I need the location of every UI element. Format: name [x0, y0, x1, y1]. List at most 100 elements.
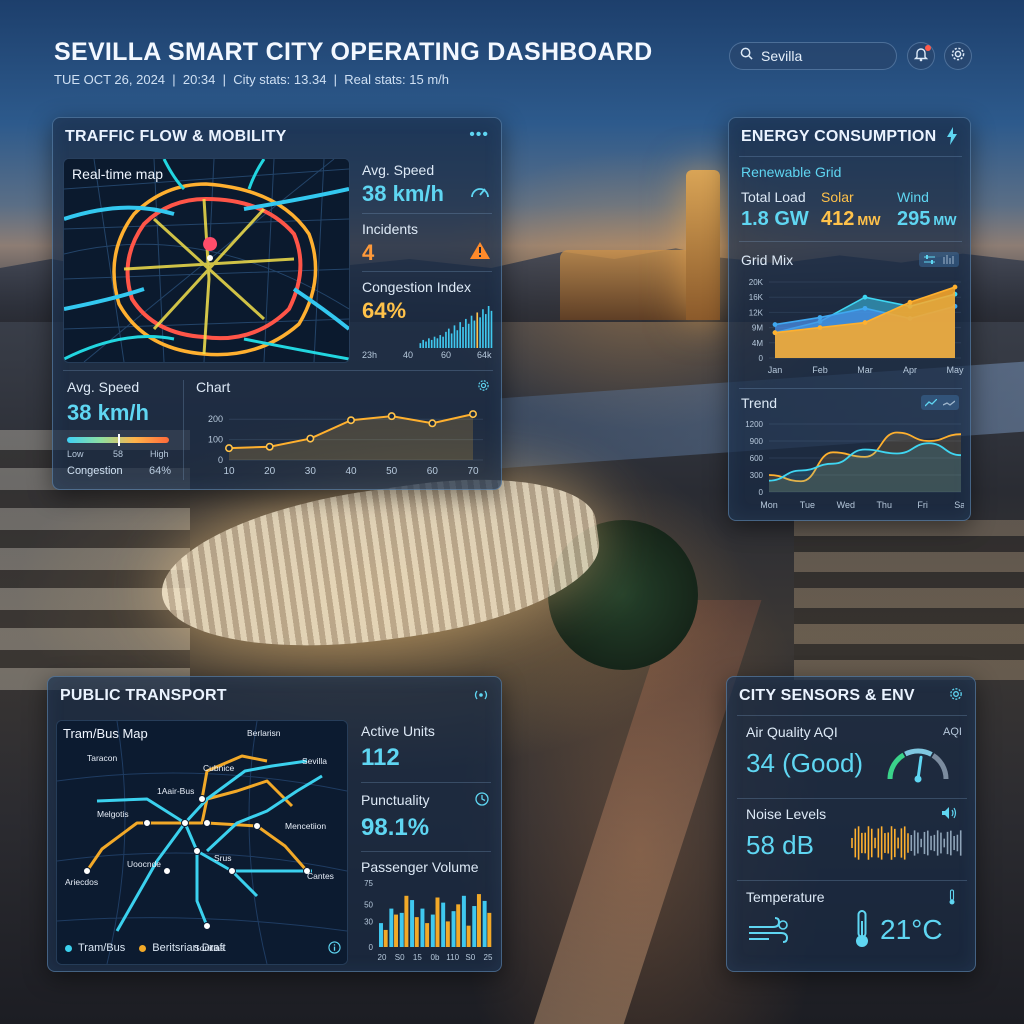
transit-legend: Tram/Bus Beritsrian Draft: [65, 942, 226, 954]
solar-label: Solar: [821, 189, 854, 205]
passenger-bar: [456, 904, 461, 947]
passenger-bar: [482, 900, 487, 947]
renewable-grid-label: Renewable Grid: [741, 164, 842, 180]
x-tick-label: Apr: [903, 365, 917, 375]
total-load-label: Total Load: [741, 189, 806, 205]
passenger-volume-label: Passenger Volume: [361, 859, 479, 875]
trend-icon[interactable]: [942, 394, 956, 412]
congestion-bar: [459, 322, 461, 348]
data-point: [468, 410, 477, 419]
noise-waveform: [851, 826, 962, 860]
speedometer-icon: [469, 182, 491, 205]
trend-view-toggle[interactable]: [921, 395, 959, 410]
bars-icon[interactable]: [943, 251, 954, 269]
page-title: SEVILLA SMART CITY OPERATING DASHBOARD: [54, 38, 653, 66]
data-point: [907, 299, 913, 305]
congestion-tick: 23h: [362, 350, 378, 360]
y-tick-label: 50: [364, 900, 373, 909]
legend-tram-label: Tram/Bus: [78, 942, 126, 954]
more-options-icon[interactable]: •••: [469, 126, 489, 144]
passenger-bar: [404, 895, 409, 947]
map-label: Real-time map: [72, 166, 164, 182]
bottom-speed-label: Avg. Speed: [67, 379, 140, 395]
congestion-bar: [447, 328, 450, 348]
info-icon[interactable]: [328, 941, 341, 959]
station-label: Srus: [214, 853, 231, 863]
grid-mix-view-toggle[interactable]: [919, 252, 959, 267]
passenger-bar: [445, 921, 450, 947]
passenger-bar: [389, 908, 394, 947]
congestion-gauge-bar: [67, 434, 169, 446]
x-tick-label: 0b: [431, 953, 440, 962]
page-subtitle: TUE OCT 26, 2024 | 20:34 | City stats: 1…: [54, 72, 450, 87]
incidents-label: Incidents: [362, 221, 419, 237]
congestion-bar: [482, 309, 484, 348]
traffic-map-graphic: [64, 159, 349, 362]
gear-icon[interactable]: [949, 687, 963, 706]
aqi-value: 34 (Good): [746, 748, 864, 778]
x-tick-label: Wed: [837, 500, 855, 510]
passenger-bar: [425, 923, 430, 947]
y-tick-label: 900: [750, 437, 764, 446]
wind-label: Wind: [897, 189, 929, 205]
x-tick-label: 70: [467, 466, 479, 477]
congestion-small-value: 64%: [149, 465, 172, 477]
station-label: Ariecdos: [65, 877, 98, 887]
search-input[interactable]: [759, 47, 883, 65]
congestion-bar: [450, 333, 453, 348]
chart-settings-icon[interactable]: [477, 379, 490, 397]
congestion-bar: [490, 310, 493, 348]
traffic-map[interactable]: Real-time map: [63, 158, 350, 363]
y-tick-label: 9M: [752, 324, 763, 333]
passenger-bar: [414, 917, 419, 947]
passenger-bar: [420, 908, 425, 947]
x-tick-label: Fri: [917, 500, 928, 510]
transit-map[interactable]: Taracon Berlarisn Cubnice Sevilla 1Aair-Bus M…: [56, 720, 348, 965]
passenger-bar: [461, 895, 466, 947]
passenger-bar: [410, 900, 415, 947]
congestion-bar: [476, 312, 479, 348]
data-point: [265, 442, 274, 451]
congestion-label: Congestion Index: [362, 279, 471, 295]
gauge-arc: [904, 748, 933, 757]
aqi-label: Air Quality AQI: [746, 724, 838, 740]
trend-line-chart: 0 300 600 900 1200 Mon Tue Wed Thu Fri Sat: [745, 420, 964, 510]
congestion-bar: [487, 306, 490, 348]
passenger-bar: [487, 912, 492, 947]
passenger-bar: [430, 914, 435, 947]
congestion-bar: [473, 320, 476, 348]
x-tick-label: 10: [223, 466, 235, 477]
y-tick-label: 20K: [749, 278, 764, 287]
congestion-bar: [462, 327, 464, 348]
temperature-label: Temperature: [746, 889, 825, 905]
x-tick-label: 30: [305, 466, 317, 477]
active-units-label: Active Units: [361, 723, 435, 739]
buildings-right: [794, 520, 1024, 680]
passenger-bar: [383, 929, 388, 947]
notifications-button[interactable]: [907, 42, 935, 70]
y-tick-label: 600: [750, 454, 764, 463]
data-point: [772, 322, 778, 327]
total-load-value: 1.8 GW: [741, 208, 809, 230]
panel-title: TRAFFIC FLOW & MOBILITY: [65, 128, 287, 145]
temperature-value: 21°C: [880, 914, 943, 945]
data-point: [862, 294, 868, 300]
y-tick-label: 100: [208, 435, 223, 445]
congestion-tick: 40: [403, 350, 414, 360]
sliders-icon[interactable]: [924, 251, 935, 269]
y-tick-label: 0: [369, 943, 374, 952]
active-units-value: 112: [361, 744, 400, 771]
search-box[interactable]: [729, 42, 897, 70]
search-icon: [740, 47, 753, 65]
settings-button[interactable]: [944, 42, 972, 70]
congestion-small-label: Congestion: [67, 465, 123, 477]
line-chart-icon[interactable]: [924, 394, 938, 412]
x-tick-label: Jan: [768, 365, 783, 375]
data-point: [862, 320, 868, 325]
gauge-arc: [931, 753, 949, 780]
congestion-bar: [425, 341, 427, 348]
gear-icon: [950, 46, 966, 67]
station-label: Taracon: [87, 753, 118, 763]
gauge-high-label: High: [150, 449, 169, 459]
chart-title: Chart: [196, 379, 231, 395]
